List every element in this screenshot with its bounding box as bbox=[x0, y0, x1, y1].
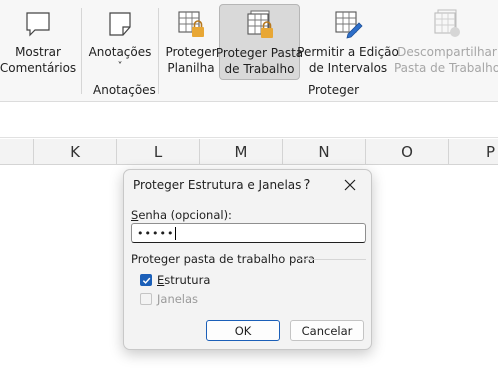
password-label: Senha (opcional): bbox=[131, 208, 232, 222]
dialog-title: Proteger Estrutura e Janelas bbox=[133, 178, 302, 192]
unshare-workbook-label: Descompartilhar Pasta de Trabalho bbox=[393, 45, 498, 75]
column-header-o[interactable]: O bbox=[366, 139, 449, 165]
structure-label: Estrutura bbox=[157, 273, 211, 287]
password-input[interactable]: ••••• bbox=[131, 223, 366, 243]
windows-checkbox[interactable] bbox=[140, 293, 152, 305]
text-caret bbox=[175, 226, 177, 240]
show-comments-button[interactable]: Mostrar Comentários bbox=[0, 4, 77, 80]
notes-button[interactable]: Anotações ˅ bbox=[88, 4, 152, 80]
ok-button[interactable]: OK bbox=[206, 320, 280, 341]
close-button[interactable] bbox=[337, 174, 363, 196]
protect-sheet-icon bbox=[178, 11, 204, 37]
section-divider bbox=[300, 259, 366, 260]
protect-for-section-label: Proteger pasta de trabalho para bbox=[131, 252, 316, 266]
cancel-button[interactable]: Cancelar bbox=[290, 320, 364, 341]
comment-icon bbox=[26, 12, 50, 37]
windows-checkbox-row[interactable]: Janelas bbox=[140, 292, 198, 306]
chevron-down-icon: ˅ bbox=[117, 61, 123, 72]
column-header-k[interactable]: K bbox=[34, 139, 117, 165]
ribbon-separator bbox=[81, 8, 82, 94]
unshare-workbook-icon bbox=[434, 9, 460, 37]
help-button[interactable]: ? bbox=[297, 174, 317, 196]
column-header-partial bbox=[0, 139, 34, 165]
allow-edit-ranges-label: Permitir a Edição de Intervalos bbox=[297, 45, 399, 75]
protect-workbook-button[interactable]: Proteger Pasta de Trabalho bbox=[215, 4, 304, 80]
ribbon-separator bbox=[158, 8, 159, 94]
allow-edit-ranges-icon bbox=[335, 11, 363, 39]
column-header-m[interactable]: M bbox=[200, 139, 283, 165]
protect-sheet-button[interactable]: Proteger Planilha bbox=[164, 4, 218, 80]
windows-label: Janelas bbox=[157, 292, 199, 306]
column-header-n[interactable]: N bbox=[283, 139, 366, 165]
protect-structure-dialog: Proteger Estrutura e Janelas ? Senha (op… bbox=[123, 169, 372, 350]
allow-edit-ranges-button[interactable]: Permitir a Edição de Intervalos bbox=[297, 4, 399, 80]
group-label-protect: Proteger bbox=[308, 83, 360, 97]
checkmark-icon bbox=[142, 277, 150, 284]
protect-workbook-icon bbox=[246, 10, 273, 38]
structure-checkbox-row[interactable]: Estrutura bbox=[140, 273, 210, 287]
protect-workbook-label: Proteger Pasta de Trabalho bbox=[215, 46, 304, 76]
column-header-p[interactable]: P bbox=[449, 139, 498, 165]
password-value: ••••• bbox=[137, 226, 175, 240]
structure-checkbox[interactable] bbox=[140, 274, 152, 286]
close-icon bbox=[344, 179, 356, 191]
unshare-workbook-button[interactable]: Descompartilhar Pasta de Trabalho bbox=[394, 4, 498, 80]
formula-bar-area[interactable] bbox=[0, 103, 498, 138]
notes-label: Anotações bbox=[88, 45, 152, 59]
group-label-notes: Anotações bbox=[93, 83, 156, 97]
ribbon: Mostrar Comentários Anotações ˅ Anotaçõe… bbox=[0, 0, 498, 102]
column-header-l[interactable]: L bbox=[117, 139, 200, 165]
note-icon bbox=[109, 12, 131, 36]
show-comments-label: Mostrar Comentários bbox=[0, 45, 77, 75]
protect-sheet-label: Proteger Planilha bbox=[165, 45, 217, 75]
column-header-row: K L M N O P bbox=[0, 139, 498, 165]
